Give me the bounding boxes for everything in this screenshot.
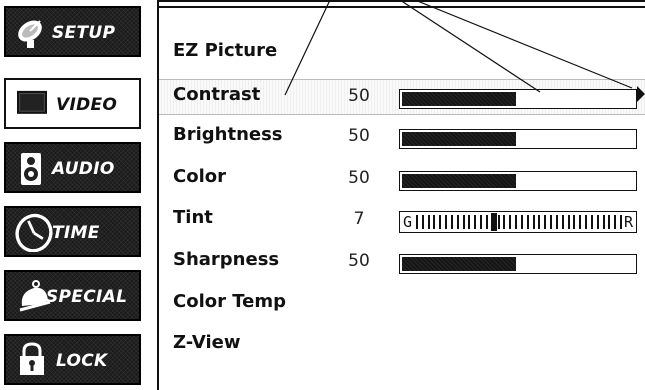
tint-tick: [608, 215, 611, 229]
sidebar-item-time[interactable]: TIME: [4, 206, 141, 257]
tint-tick: [427, 215, 430, 229]
tint-tick: [503, 215, 506, 229]
tint-tick: [526, 215, 529, 229]
brightness-slider[interactable]: [399, 129, 637, 149]
padlock-icon: [20, 342, 44, 375]
sharpness-value: 50: [348, 251, 370, 271]
menu-item-brightness[interactable]: Brightness 50: [159, 120, 645, 156]
tint-tick: [509, 215, 512, 229]
tint-tick: [468, 215, 471, 229]
color-value: 50: [348, 168, 370, 188]
tint-tick: [561, 215, 564, 229]
sidebar-item-lock[interactable]: LOCK: [4, 334, 141, 385]
menu-item-label: Color Temp: [173, 291, 286, 312]
tint-tick: [462, 215, 465, 229]
menu-item-ez-picture[interactable]: EZ Picture: [159, 36, 645, 72]
menu-item-label: Brightness: [173, 124, 283, 145]
tint-tick: [474, 215, 477, 229]
sharpness-slider[interactable]: [399, 254, 637, 274]
menu-item-label: Contrast: [173, 84, 261, 105]
sidebar-item-label: VIDEO: [56, 95, 118, 115]
tint-tick: [416, 215, 418, 229]
tint-slider[interactable]: G R: [399, 211, 637, 233]
sidebar-item-label: SPECIAL: [46, 287, 128, 307]
tint-tick: [445, 215, 448, 229]
menu-item-sharpness[interactable]: Sharpness 50: [159, 245, 645, 281]
menu-item-label: Color: [173, 166, 226, 187]
tint-tick: [421, 215, 424, 229]
tint-tick: [433, 215, 436, 229]
menu-item-tint[interactable]: Tint 7 G R: [159, 203, 645, 239]
sidebar-item-label: SETUP: [52, 23, 116, 43]
sidebar-item-video[interactable]: VIDEO: [4, 78, 141, 129]
tint-tick: [538, 215, 541, 229]
menu-item-z-view[interactable]: Z-View: [159, 328, 645, 364]
satellite-dish-icon: [18, 20, 42, 48]
contrast-slider[interactable]: [399, 89, 637, 109]
tint-tick: [485, 215, 488, 229]
sidebar-item-special[interactable]: SPECIAL: [4, 270, 141, 321]
tint-tick: [602, 215, 605, 229]
brightness-value: 50: [348, 126, 370, 146]
tint-tick: [544, 215, 547, 229]
sidebar-item-setup[interactable]: SETUP: [4, 6, 141, 57]
tint-tick: [620, 215, 622, 229]
tint-tick: [585, 215, 588, 229]
speaker-icon: [21, 153, 41, 185]
brightness-slider-fill: [402, 132, 516, 146]
tint-tick: [550, 215, 553, 229]
sidebar-item-label: LOCK: [56, 351, 108, 371]
tint-tick: [579, 215, 582, 229]
menu-item-label: Tint: [173, 207, 213, 228]
category-sidebar: SETUP VIDEO AUDIO TIME SPECIAL LOCK: [0, 0, 148, 390]
menu-item-label: Sharpness: [173, 249, 280, 270]
tint-green-label: G: [403, 213, 413, 231]
tint-value: 7: [353, 209, 365, 229]
tint-tick: [590, 215, 593, 229]
menu-item-label: EZ Picture: [173, 40, 278, 61]
tint-tick: [532, 215, 535, 229]
menu-item-label: Z-View: [173, 332, 241, 353]
tint-tick: [520, 215, 523, 229]
video-menu-panel: EZ Picture Contrast 50 Brightness 50 Col…: [157, 0, 645, 390]
contrast-slider-fill: [402, 92, 516, 106]
tint-tick: [515, 215, 518, 229]
contrast-value: 50: [348, 86, 370, 106]
tint-scale: [416, 213, 622, 231]
tint-tick: [567, 215, 570, 229]
sharpness-slider-fill: [402, 257, 516, 271]
menu-item-color[interactable]: Color 50: [159, 162, 645, 198]
tint-tick: [456, 215, 459, 229]
tint-tick: [491, 215, 494, 229]
tint-tick: [596, 215, 599, 229]
tv-screen-icon: [17, 90, 47, 114]
sidebar-item-label: TIME: [52, 223, 100, 243]
tint-tick: [614, 215, 617, 229]
sidebar-item-label: AUDIO: [52, 159, 115, 179]
clock-icon: [15, 213, 53, 252]
tint-tick: [573, 215, 576, 229]
color-slider-fill: [402, 174, 516, 188]
tint-red-label: R: [623, 213, 633, 231]
tint-tick: [439, 215, 442, 229]
tint-tick: [497, 215, 500, 229]
sidebar-item-audio[interactable]: AUDIO: [4, 142, 141, 193]
menu-item-color-temp[interactable]: Color Temp: [159, 287, 645, 323]
tint-tick: [480, 215, 483, 229]
color-slider[interactable]: [399, 171, 637, 191]
tint-tick: [555, 215, 558, 229]
tint-tick: [450, 215, 453, 229]
menu-item-contrast[interactable]: Contrast 50: [159, 79, 645, 115]
